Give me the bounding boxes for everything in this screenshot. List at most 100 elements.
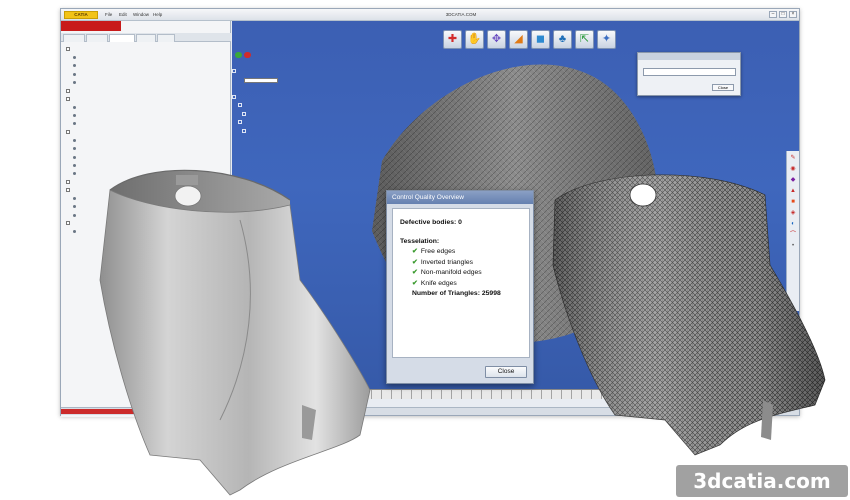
mesh-row[interactable] — [232, 128, 352, 137]
checkmark-icon: ✔ — [412, 279, 418, 287]
mesh-row[interactable] — [232, 68, 352, 77]
radio-icon — [242, 111, 246, 116]
check-knife-edges: ✔ Knife edges — [412, 279, 457, 287]
menu-edit[interactable]: Edit — [119, 9, 127, 21]
tree-item[interactable] — [63, 62, 227, 70]
bullet-icon — [73, 213, 76, 217]
checkbox-icon — [232, 94, 236, 99]
watermark: 3dcatia.com — [676, 465, 848, 497]
cancel-icon[interactable] — [244, 51, 252, 58]
export-tool-button[interactable]: ⇱ — [575, 30, 594, 49]
expand-icon[interactable] — [66, 130, 70, 135]
home-tool-button[interactable]: ✚ — [443, 30, 462, 49]
tree-item[interactable] — [63, 86, 227, 94]
tessellation-label: Tesselation: — [400, 237, 440, 245]
bullet-icon — [73, 64, 76, 68]
tree-item[interactable] — [63, 45, 227, 53]
bullet-icon — [73, 230, 76, 234]
mesh-row[interactable] — [232, 119, 352, 128]
bullet-icon — [73, 55, 76, 59]
tree-tool-button[interactable]: ♣ — [553, 30, 572, 49]
triangle-count-label: Number of Triangles: 25998 — [412, 290, 501, 297]
bullet-icon — [73, 172, 76, 176]
menu-window[interactable]: Window — [133, 9, 149, 21]
bullet-icon — [73, 80, 76, 84]
control-quality-title: Control Quality Overview — [387, 191, 533, 204]
window-title: 3DCATIA.COM — [445, 12, 477, 17]
mesh-row[interactable] — [232, 111, 352, 120]
control-quality-close-button[interactable]: Close — [485, 366, 527, 378]
search-dialog-close-button[interactable]: Close — [712, 84, 734, 91]
mesh-row[interactable] — [232, 102, 352, 111]
cube-tool-button[interactable]: ◼ — [531, 30, 550, 49]
file-tab[interactable] — [61, 21, 121, 31]
move-tool-button[interactable]: ✥ — [487, 30, 506, 49]
menu-file[interactable]: File — [105, 9, 112, 21]
tab-2[interactable] — [86, 34, 108, 42]
bullet-icon — [73, 105, 76, 109]
bullet-icon — [73, 163, 76, 167]
search-dialog-input[interactable] — [643, 68, 736, 76]
top-toolbar: ✚ ✋ ✥ ◢ ◼ ♣ ⇱ ✦ — [443, 30, 616, 50]
mesh-row — [232, 85, 352, 94]
defective-bodies-label: Defective bodies: 0 — [400, 219, 462, 226]
meshed-surface-model — [552, 174, 826, 456]
expand-icon[interactable] — [66, 179, 70, 184]
checkbox-icon — [232, 69, 236, 73]
side-tool-icon[interactable]: ✎ — [789, 154, 798, 163]
control-quality-body: Defective bodies: 0 Tesselation: ✔ Free e… — [392, 208, 530, 358]
check-inverted-triangles: ✔ Inverted triangles — [412, 258, 474, 266]
tree-item[interactable] — [63, 128, 227, 136]
bullet-icon — [73, 114, 76, 118]
mesh-row — [232, 60, 352, 69]
tab-4[interactable] — [136, 34, 156, 42]
app-logo: CATIA — [64, 11, 98, 19]
measure-tool-button[interactable]: ◢ — [509, 30, 528, 49]
mesh-settings-header — [232, 51, 352, 60]
tab-5[interactable] — [157, 34, 175, 42]
search-dialog-title — [638, 53, 740, 60]
search-dialog: Close — [637, 52, 741, 96]
measure-icon: ◢ — [514, 33, 523, 45]
tree-item[interactable] — [63, 103, 227, 111]
smooth-surface-model — [99, 169, 371, 496]
expand-icon[interactable] — [66, 47, 70, 52]
tree-item[interactable] — [63, 120, 227, 128]
check-non-manifold-edges: ✔ Non-manifold edges — [412, 269, 482, 276]
mesh-row[interactable] — [232, 136, 352, 145]
tree-item[interactable] — [63, 53, 227, 61]
tab-1[interactable] — [63, 34, 85, 42]
home-icon: ✚ — [447, 33, 458, 45]
checkmark-icon: ✔ — [412, 258, 418, 266]
expand-icon[interactable] — [66, 221, 70, 226]
menu-help[interactable]: Help — [153, 9, 162, 21]
checkmark-icon: ✔ — [412, 248, 418, 255]
expand-icon[interactable] — [66, 188, 70, 193]
tree-item[interactable] — [63, 136, 227, 144]
mesh-row[interactable] — [232, 77, 352, 86]
expand-icon[interactable] — [66, 96, 70, 101]
tab-3[interactable] — [109, 34, 135, 42]
control-quality-dialog: Control Quality Overview Defective bodie… — [386, 190, 534, 384]
tree-item[interactable] — [63, 70, 227, 78]
close-window-button[interactable]: × — [789, 11, 797, 18]
pin-tool-button[interactable]: ✦ — [597, 30, 616, 49]
tree-item[interactable] — [63, 95, 227, 103]
check-free-edges: ✔ Free edges — [412, 248, 456, 255]
hand-tool-button[interactable]: ✋ — [465, 30, 484, 49]
tree-item[interactable] — [63, 111, 227, 119]
pin-icon: ✦ — [601, 33, 612, 45]
bullet-icon — [73, 196, 76, 200]
bullet-icon — [73, 155, 76, 159]
minimize-button[interactable]: – — [769, 11, 777, 18]
radio-icon — [242, 128, 246, 133]
mesh-row[interactable] — [232, 94, 352, 103]
checkmark-icon: ✔ — [412, 269, 418, 276]
tree-item[interactable] — [63, 78, 227, 86]
maximize-button[interactable]: □ — [779, 11, 787, 18]
tree-item[interactable] — [63, 145, 227, 153]
apply-icon[interactable] — [235, 51, 242, 58]
bullet-icon — [73, 147, 76, 151]
expand-icon[interactable] — [66, 88, 70, 93]
